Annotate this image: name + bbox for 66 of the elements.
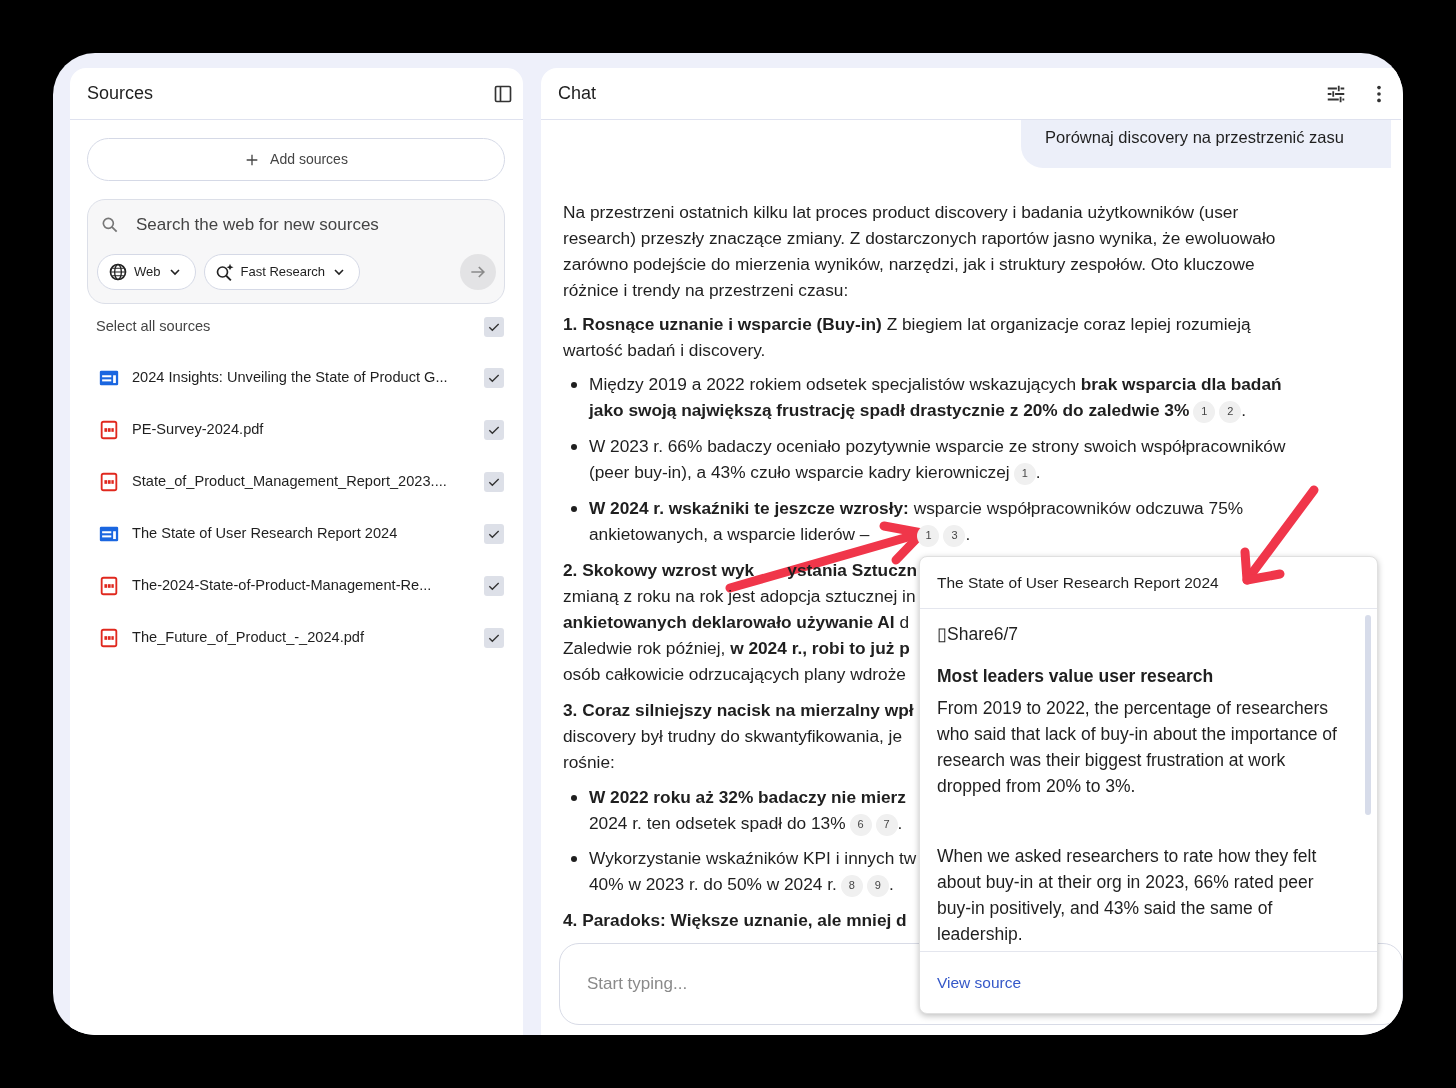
checkbox[interactable]	[484, 367, 504, 388]
bullet-icon	[571, 506, 577, 512]
citation-link[interactable]: 6	[849, 813, 872, 836]
scrollbar[interactable]	[1365, 615, 1371, 815]
response-text: 2024 r. ten odsetek spadł do 13% 6 7 .	[589, 810, 903, 836]
bullet-icon	[571, 382, 577, 388]
bullet-icon	[571, 795, 577, 801]
pdf-file-icon	[98, 418, 120, 441]
citation-link[interactable]: 9	[866, 874, 889, 897]
checkbox[interactable]	[484, 419, 504, 440]
view-source-link[interactable]: View source	[937, 970, 1022, 995]
response-text: Zaledwie rok później, w 2024 r., robi to już p	[563, 637, 910, 660]
source-name[interactable]: PE-Survey-2024.pdf	[132, 418, 472, 441]
response-text: 2. Skokowy wzrost wyk	[563, 559, 755, 582]
source-name[interactable]: The State of User Research Report 2024	[132, 522, 472, 545]
response-text: ankietowanych deklarowało używanie AI d	[563, 611, 910, 634]
source-name[interactable]: State_of_Product_Management_Report_2023....	[132, 470, 472, 493]
response-paragraph: 1. Rosnące uznanie i wsparcie (Buy-in) Z biegiem lat organizacje coraz lepiej rozumieją wartość badań i discovery.	[563, 313, 1252, 362]
response-text: 3. Coraz silniejszy nacisk na mierzalny wpł	[563, 699, 914, 722]
share-line: ▯Share6/7	[937, 623, 1020, 646]
select-all-label: Select all sources	[96, 316, 212, 336]
citation-link[interactable]: 3	[943, 524, 966, 547]
checkbox[interactable]	[484, 575, 504, 596]
response-paragraph: Na przestrzeni ostatnich kilku lat proces product discovery i badania użytkowników (user research) przeszły znaczące zmiany. Z dostarczonych raportów jasno wynika, że ewoluowało zarówno podejście do mierzenia wyników, narzędzi, jak i struktury zespołów. Oto kluczowe różnice i trendy na przestrzeni czasu:	[563, 201, 1277, 302]
citation-link[interactable]: 7	[875, 813, 898, 836]
citation-link[interactable]: 1	[1193, 400, 1216, 423]
response-text: discovery był trudny do skwantyfikowania, je	[563, 725, 903, 748]
source-type-dropdown[interactable]: Web	[97, 253, 196, 290]
bullet-icon	[571, 444, 577, 450]
citation-link[interactable]: 1	[917, 524, 940, 547]
add-sources-button[interactable]: Add sources	[87, 138, 505, 181]
citation-link[interactable]: 1	[1013, 462, 1036, 485]
popup-title: The State of User Research Report 2024	[920, 557, 1377, 609]
globe-icon	[108, 261, 128, 282]
response-bullet: W 2024 r. wskaźniki te jeszcze wzrosły: wsparcie współpracowników odczuwa 75% ankietowanych, a wsparcie liderów – 1 3 .	[589, 495, 1308, 547]
response-text: 4. Paradoks: Większe uznanie, ale mniej d	[563, 909, 907, 932]
popup-heading: Most leaders value user research	[937, 665, 1215, 688]
popup-paragraph: From 2019 to 2022, the percentage of researchers who said that lack of buy-in about the importance of research was their biggest frustration at work dropped from 20% to 3%.	[937, 697, 1337, 798]
source-name[interactable]: 2024 Insights: Unveiling the State of Product G...	[132, 366, 472, 389]
checkbox[interactable]	[484, 316, 504, 337]
response-text: 40% w 2023 r. do 50% w 2024 r. 8 9 .	[589, 871, 894, 897]
response-bullet: W 2023 r. 66% badaczy oceniało pozytywnie wsparcie ze strony swoich współpracowników (peer buy-in), a 43% czuło wsparcie kadry kierowniczej 1 .	[589, 433, 1308, 485]
checkbox[interactable]	[484, 627, 504, 648]
bullet-icon	[571, 856, 577, 862]
popup-paragraph: When we asked researchers to rate how they felt about buy-in at their org in 2023, 66% rated peer buy-in positively, and 43% said the same of leadership.	[937, 845, 1318, 946]
citation-link[interactable]: 2	[1219, 400, 1242, 423]
response-text: W 2022 roku aż 32% badaczy nie mierz	[589, 786, 906, 809]
search-field[interactable]: Search the web for new sources	[136, 212, 496, 238]
pdf-file-icon	[98, 470, 120, 493]
pdf-file-icon	[98, 626, 120, 649]
source-name[interactable]: The_Future_of_Product_-_2024.pdf	[132, 626, 472, 649]
source-name[interactable]: The-2024-State-of-Product-Management-Re...	[132, 574, 472, 597]
response-text: zmianą z roku na rok jest adopcja sztucznej in	[563, 585, 916, 608]
user-message: Porównaj discovery na przestrzenić zasu	[1021, 120, 1391, 168]
citation-link[interactable]: 8	[840, 874, 863, 897]
checkbox[interactable]	[484, 523, 504, 544]
response-text: Wykorzystanie wskaźników KPI i innych tw	[589, 847, 917, 870]
response-bullet: Między 2019 a 2022 rokiem odsetek specjalistów wskazujących brak wsparcia dla badań jako swoją największą frustrację spadł drastycznie z 20% do zaledwie 3% 1 2 .	[589, 371, 1308, 423]
response-text: osób całkowicie odrzucających plany wdroże	[563, 663, 906, 686]
pdf-file-icon	[98, 574, 120, 597]
checkbox[interactable]	[484, 471, 504, 492]
panel-title: Sources	[87, 82, 155, 105]
research-mode-dropdown[interactable]: Fast Research	[203, 253, 361, 290]
sidebar-toggle-icon[interactable]	[493, 83, 513, 104]
panel-title: Chat	[558, 82, 598, 105]
response-text: rośnie:	[563, 751, 615, 774]
